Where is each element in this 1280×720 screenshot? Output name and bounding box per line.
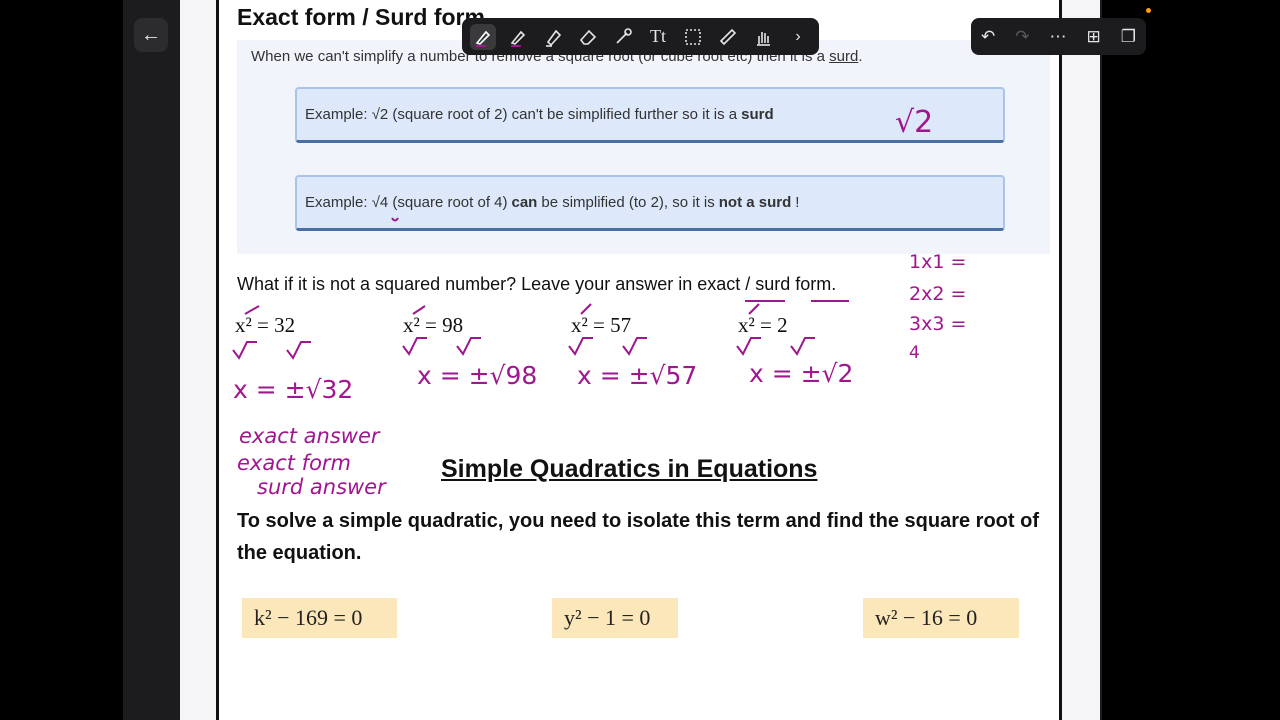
highlighter-icon[interactable] [540, 24, 566, 50]
eraser-icon[interactable] [575, 24, 601, 50]
undo-icon[interactable]: ↶ [981, 27, 995, 47]
ink-answer: x = ±√57 [577, 361, 697, 390]
more-icon[interactable]: ⋯ [1050, 27, 1067, 47]
example1-bold: surd [741, 106, 774, 123]
copy-icon[interactable]: ❐ [1121, 27, 1136, 47]
ink-square: 3x3 = [909, 313, 966, 335]
intro-suffix: . [858, 48, 863, 65]
intro-panel: When we can't simplify a number to remov… [237, 40, 1050, 254]
ink-square: 1x1 = [909, 251, 966, 273]
shape-select-icon[interactable] [680, 24, 706, 50]
annotation-toolbar: Tt › [462, 18, 819, 55]
ink-strike-marks [232, 303, 815, 360]
equation: x² = 2 [738, 313, 788, 337]
quadratic-box: w² − 16 = 0 [863, 598, 1019, 638]
document-page[interactable]: Exact form / Surd form When we can't sim… [216, 0, 1062, 720]
add-page-icon[interactable]: ⊞ [1087, 27, 1101, 47]
arrow-left-icon: ← [141, 23, 161, 46]
example2-bold-can: can [511, 194, 538, 211]
ruler-icon[interactable] [715, 24, 741, 50]
example-not-surd: Example: √4 (square root of 4) can be si… [295, 175, 1005, 231]
ink-answer: x = ±√98 [417, 361, 537, 390]
ink-note: surd answer [257, 475, 387, 499]
document-toolbar: ↶ ↷ ⋯ ⊞ ❐ [971, 18, 1146, 55]
ink-square: 2x2 = [909, 283, 966, 305]
equation: x² = 57 [571, 313, 632, 337]
ink-square: 4 [909, 343, 920, 363]
ink-note: exact form [237, 451, 351, 475]
equation: x² = 98 [403, 313, 464, 337]
pen-icon[interactable] [470, 23, 496, 50]
text-icon[interactable]: Tt [645, 24, 671, 50]
example-surd: Example: √2 (square root of 2) can't be … [295, 87, 1005, 143]
back-button[interactable]: ← [134, 18, 168, 52]
question-text: What if it is not a squared number? Leav… [237, 274, 837, 294]
ink-note: exact answer [239, 424, 381, 448]
ink-answer: x = ±√32 [233, 375, 353, 404]
equation: x² = 32 [235, 313, 296, 337]
example2-middle: be simplified (to 2), so it is [541, 194, 715, 211]
instruction-text: To solve a simple quadratic, you need to… [237, 510, 1039, 564]
example2-suffix: ! [795, 194, 800, 211]
hand-icon[interactable] [750, 24, 776, 50]
example2-bold-not-surd: not a surd [718, 194, 792, 211]
pencil-icon[interactable] [505, 24, 531, 50]
text-tool-label: Tt [650, 26, 666, 46]
page-title: Exact form / Surd form [237, 4, 485, 30]
example1-prefix: Example: √2 (square root of 2) can't be … [305, 106, 738, 123]
lasso-icon[interactable] [610, 24, 636, 50]
chevron-right-icon[interactable]: › [785, 24, 811, 50]
intro-term: surd [829, 48, 859, 65]
ink-answer: x = ±√2 [749, 359, 853, 388]
example2-prefix: Example: √4 (square root of 4) [305, 194, 508, 211]
section-heading: Simple Quadratics in Equations [441, 455, 818, 483]
redo-icon[interactable]: ↷ [1015, 27, 1029, 47]
quadratic-box: y² − 1 = 0 [552, 598, 678, 638]
status-dot [1146, 8, 1151, 13]
quadratic-box: k² − 169 = 0 [242, 598, 397, 638]
